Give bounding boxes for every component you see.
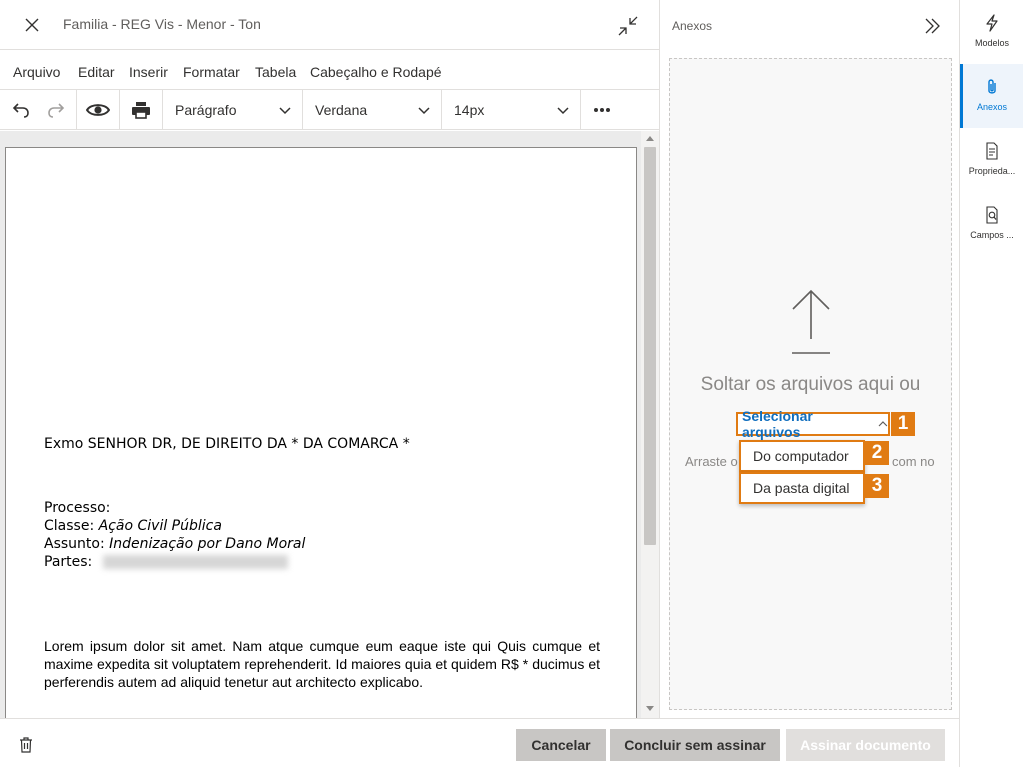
option-from-digital-folder[interactable]: Da pasta digital bbox=[739, 472, 865, 504]
lightning-icon bbox=[986, 14, 998, 32]
print-icon bbox=[132, 102, 150, 119]
rail-item-propriedades[interactable]: Proprieda... bbox=[960, 128, 1023, 192]
scroll-thumb[interactable] bbox=[644, 147, 656, 545]
font-size-select[interactable]: 14px bbox=[442, 90, 581, 130]
rail-label-propriedades: Proprieda... bbox=[968, 166, 1016, 176]
rail-label-modelos: Modelos bbox=[974, 38, 1010, 48]
menu-formatar[interactable]: Formatar bbox=[183, 64, 240, 80]
menu-arquivo[interactable]: Arquivo bbox=[13, 64, 60, 80]
select-files-label: Selecionar arquivos bbox=[742, 408, 813, 440]
doc-partes-label: Partes: bbox=[44, 554, 93, 570]
redacted-parties bbox=[102, 555, 288, 569]
document-canvas: Exmo SENHOR DR, DE DIREITO DA * DA COMAR… bbox=[0, 131, 659, 718]
font-size-value: 14px bbox=[454, 102, 485, 118]
doc-assunto-line: Assunto: Indenização por Dano Moral bbox=[44, 536, 305, 552]
callout-badge-3: 3 bbox=[865, 474, 889, 498]
doc-classe-line: Classe: Ação Civil Pública bbox=[44, 518, 222, 534]
font-family-select[interactable]: Verdana bbox=[303, 90, 442, 130]
callout-badge-1: 1 bbox=[891, 412, 915, 436]
option-from-computer[interactable]: Do computador bbox=[739, 440, 865, 472]
rail-item-modelos[interactable]: Modelos bbox=[960, 0, 1023, 64]
scroll-down-arrow[interactable] bbox=[646, 706, 654, 711]
anexos-panel: Anexos Soltar os arquivos aqui ou Arrast… bbox=[659, 0, 959, 718]
finish-without-signing-button[interactable]: Concluir sem assinar bbox=[610, 729, 780, 761]
cancel-button[interactable]: Cancelar bbox=[516, 729, 606, 761]
rail-item-campos[interactable]: Campos ... bbox=[960, 192, 1023, 256]
doc-classe-value: Ação Civil Pública bbox=[98, 518, 222, 534]
doc-body-paragraph: Lorem ipsum dolor sit amet. Nam atque cu… bbox=[44, 638, 600, 690]
paperclip-icon bbox=[988, 79, 996, 94]
block-format-value: Parágrafo bbox=[175, 102, 237, 118]
more-button[interactable] bbox=[581, 90, 622, 130]
document-page[interactable]: Exmo SENHOR DR, DE DIREITO DA * DA COMAR… bbox=[5, 147, 637, 718]
undo-icon[interactable] bbox=[11, 100, 31, 120]
font-family-value: Verdana bbox=[315, 102, 368, 118]
select-files-button[interactable]: Selecionar arquivos bbox=[736, 408, 890, 440]
properties-icon bbox=[986, 142, 998, 160]
callout-badge-2: 2 bbox=[865, 441, 889, 465]
search-document-icon bbox=[986, 206, 998, 224]
editor-footer: Cancelar Concluir sem assinar Assinar do… bbox=[0, 718, 959, 767]
doc-classe-label: Classe: bbox=[44, 518, 95, 534]
chevron-down-icon bbox=[418, 107, 430, 115]
trash-icon[interactable] bbox=[19, 737, 33, 753]
document-title: Familia - REG Vis - Menor - Ton bbox=[63, 16, 261, 32]
collapse-icon[interactable] bbox=[617, 15, 639, 37]
chevron-down-icon bbox=[279, 107, 291, 115]
menu-inserir[interactable]: Inserir bbox=[129, 64, 168, 80]
doc-assunto-label: Assunto: bbox=[44, 536, 105, 552]
rail-item-anexos[interactable]: Anexos bbox=[960, 64, 1023, 128]
scroll-up-arrow[interactable] bbox=[646, 136, 654, 141]
rail-label-campos: Campos ... bbox=[970, 230, 1014, 240]
drag-hint-right: com no bbox=[892, 454, 935, 469]
document-scrollbar[interactable] bbox=[641, 131, 659, 718]
menu-tabela[interactable]: Tabela bbox=[255, 64, 296, 80]
print-button[interactable] bbox=[120, 90, 163, 130]
menu-cabecalho-rodape[interactable]: Cabeçalho e Rodapé bbox=[310, 64, 442, 80]
menu-bar: Arquivo Editar Inserir Formatar Tabela C… bbox=[0, 51, 659, 89]
more-icon bbox=[593, 108, 610, 112]
doc-processo-label: Processo: bbox=[44, 500, 111, 516]
menu-editar[interactable]: Editar bbox=[78, 64, 115, 80]
editor-titlebar: Familia - REG Vis - Menor - Ton bbox=[0, 0, 659, 50]
file-drop-zone[interactable]: Soltar os arquivos aqui ou Arraste o com… bbox=[669, 58, 952, 710]
rail-label-anexos: Anexos bbox=[976, 102, 1008, 112]
preview-button[interactable] bbox=[77, 90, 120, 130]
redo-icon[interactable] bbox=[46, 100, 66, 120]
chevron-down-icon bbox=[557, 107, 569, 115]
drop-instruction: Soltar os arquivos aqui ou bbox=[700, 374, 921, 395]
doc-assunto-value: Indenização por Dano Moral bbox=[109, 536, 306, 552]
eye-icon bbox=[86, 104, 110, 116]
drag-hint-left: Arraste o bbox=[685, 454, 738, 469]
editor-panel: Familia - REG Vis - Menor - Ton Arquivo … bbox=[0, 0, 659, 767]
block-format-select[interactable]: Parágrafo bbox=[163, 90, 303, 130]
chevron-up-icon bbox=[878, 421, 888, 427]
sign-document-button[interactable]: Assinar documento bbox=[786, 729, 945, 761]
doc-addressee: Exmo SENHOR DR, DE DIREITO DA * DA COMAR… bbox=[44, 436, 410, 452]
anexos-heading: Anexos bbox=[672, 19, 713, 33]
upload-arrow-icon bbox=[792, 289, 830, 354]
side-rail: Modelos Anexos Proprieda... Campos ... bbox=[959, 0, 1023, 767]
double-chevron-right-icon[interactable] bbox=[922, 16, 942, 36]
history-group bbox=[0, 90, 77, 130]
close-icon[interactable] bbox=[22, 15, 42, 35]
format-toolbar: Parágrafo Verdana 14px bbox=[0, 89, 659, 130]
doc-partes-line: Partes: bbox=[44, 554, 288, 570]
